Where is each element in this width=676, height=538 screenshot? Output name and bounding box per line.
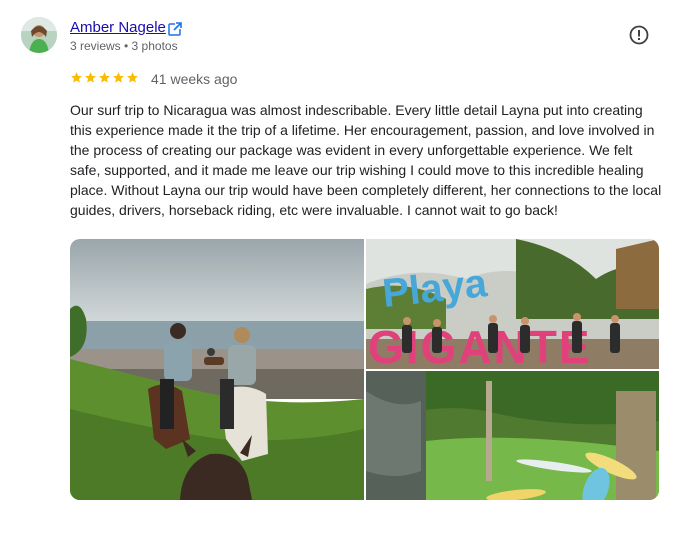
photo-playa-gigante-sign[interactable]: Playa GIGANTE <box>366 239 659 369</box>
star-icon <box>99 72 110 83</box>
review-date: 41 weeks ago <box>151 71 238 87</box>
external-link-icon[interactable] <box>168 22 182 36</box>
sign-gigante-text: GIGANTE <box>368 321 592 369</box>
star-rating <box>70 71 139 84</box>
reviewer-name-link[interactable]: Amber Nagele <box>70 19 166 37</box>
star-icon <box>85 72 96 83</box>
reviewer-meta: 3 reviews • 3 photos <box>70 39 178 53</box>
photo-surfboards[interactable] <box>366 371 659 500</box>
star-icon <box>113 72 124 83</box>
avatar[interactable] <box>21 17 57 53</box>
report-icon[interactable] <box>628 24 650 46</box>
photo-horseback-beach[interactable] <box>70 239 364 500</box>
review-text: Our surf trip to Nicaragua was almost in… <box>70 102 662 218</box>
review-photos: Playa GIGANTE <box>70 239 659 500</box>
star-icon <box>127 72 138 83</box>
star-icon <box>71 72 82 83</box>
